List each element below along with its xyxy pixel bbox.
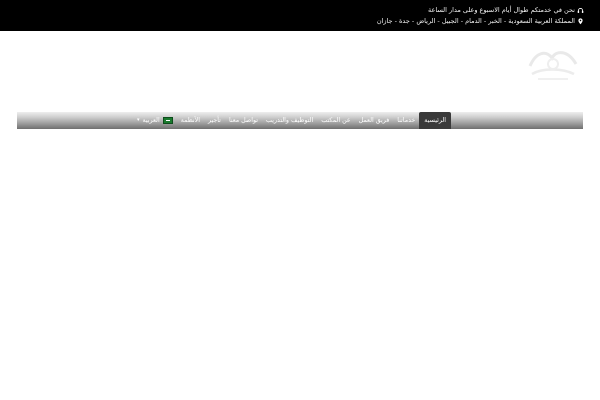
nav-item-regulations[interactable]: الأنظمة <box>177 112 204 129</box>
chevron-down-icon: ▾ <box>136 117 140 123</box>
locations-text: المملكة العربية السعودية - الخبر - الدما… <box>376 17 575 25</box>
nav-item-services[interactable]: خدماتنا <box>393 112 419 129</box>
nav-item-contact[interactable]: تواصل معنا <box>225 112 262 129</box>
service-hours-text: نحن في خدمتكم طوال أيام الاسبوع وعلى مدا… <box>428 6 575 14</box>
nav-item-about[interactable]: عن المكتب <box>317 112 354 129</box>
main-navigation: الرئيسية خدماتنا فريق العمل عن المكتب ال… <box>17 112 583 129</box>
nav-item-home[interactable]: الرئيسية <box>419 112 451 129</box>
locations-line: المملكة العربية السعودية - الخبر - الدما… <box>377 17 584 25</box>
nav-item-rental[interactable]: تأجير <box>204 112 225 129</box>
nav-item-careers[interactable]: التوظيف والتدريب <box>262 112 317 129</box>
language-label: العربية <box>142 117 160 124</box>
nav-list: الرئيسية خدماتنا فريق العمل عن المكتب ال… <box>133 112 451 129</box>
language-selector[interactable]: العربية ▾ <box>133 112 177 129</box>
nav-item-team[interactable]: فريق العمل <box>355 112 394 129</box>
company-logo[interactable] <box>524 44 582 84</box>
saudi-flag-icon <box>162 117 173 124</box>
top-info-bar: نحن في خدمتكم طوال أيام الاسبوع وعلى مدا… <box>0 0 600 31</box>
location-icon <box>577 17 584 25</box>
service-hours-line: نحن في خدمتكم طوال أيام الاسبوع وعلى مدا… <box>428 6 584 14</box>
support-icon <box>577 7 584 14</box>
